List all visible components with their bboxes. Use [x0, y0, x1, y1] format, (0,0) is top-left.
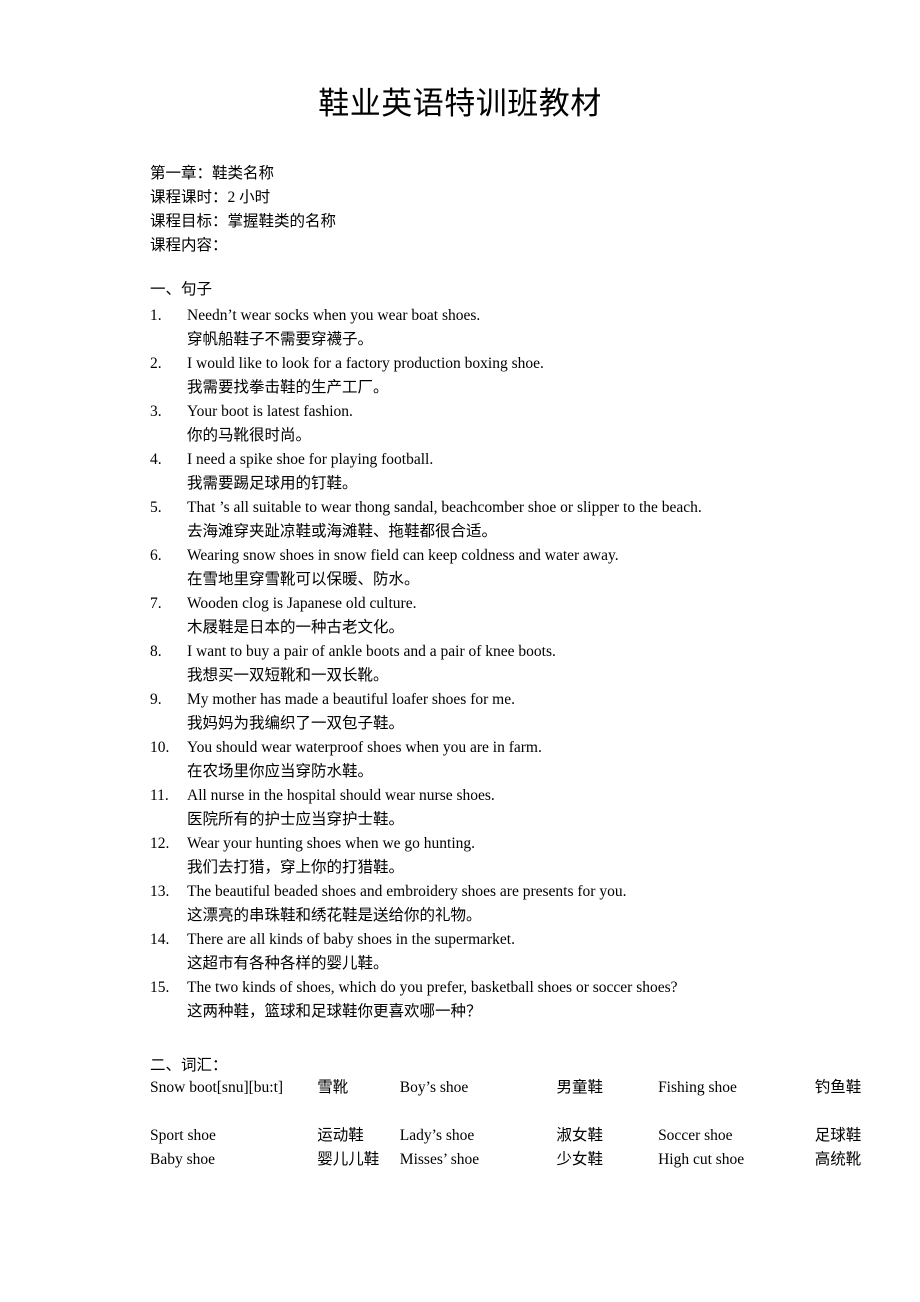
sentence-english: Your boot is latest fashion. — [187, 403, 353, 420]
sentence-item-15: 15. The two kinds of shoes, which do you… — [150, 976, 890, 1024]
sentence-item-10: 10. You should wear waterproof shoes whe… — [150, 736, 890, 784]
sentence-number: 8. — [150, 643, 162, 660]
sentence-chinese: 去海滩穿夹趾凉鞋或海滩鞋、拖鞋都很合适。 — [187, 523, 498, 540]
sentence-chinese: 这超市有各种各样的婴儿鞋。 — [187, 955, 389, 972]
sentence-number: 10. — [150, 739, 170, 756]
sentence-number: 9. — [150, 691, 162, 708]
sentence-chinese: 我妈妈为我编织了一双包子鞋。 — [187, 715, 405, 732]
vocab-english-2: Misses’ shoe — [399, 1151, 480, 1168]
sentence-item-1: 1. Needn’t wear socks when you wear boat… — [150, 304, 890, 352]
vocab-english-1: Sport shoe — [150, 1127, 216, 1144]
sentence-item-4: 4. I need a spike shoe for playing footb… — [150, 448, 890, 496]
sentence-item-7: 7. Wooden clog is Japanese old culture. … — [150, 592, 890, 640]
table-row: Snow boot[snu][bu:t] 雪靴 Boy’s shoe 男童鞋 F… — [150, 1076, 910, 1124]
sentence-number: 2. — [150, 355, 162, 372]
sentence-number: 15. — [150, 979, 170, 996]
sentence-chinese: 我需要找拳击鞋的生产工厂。 — [187, 379, 389, 396]
vocab-chinese-1: 运动鞋 — [317, 1127, 364, 1144]
vocabulary-table: Snow boot[snu][bu:t] 雪靴 Boy’s shoe 男童鞋 F… — [150, 1076, 910, 1172]
sentence-item-6: 6. Wearing snow shoes in snow field can … — [150, 544, 890, 592]
vocab-english-2: Boy’s shoe — [399, 1079, 469, 1096]
course-header-line-content: 课程内容： — [150, 237, 228, 254]
vocab-chinese-2: 少女鞋 — [556, 1151, 603, 1168]
course-header-block: 第一章：鞋类名称 课程课时：2 小时 课程目标：掌握鞋类的名称 课程内容： — [150, 162, 750, 258]
section-heading-vocabulary: 二、词汇： — [150, 1057, 228, 1074]
vocab-english-3: Soccer shoe — [658, 1127, 733, 1144]
vocab-english-1: Snow boot[snu][bu:t] — [150, 1079, 284, 1096]
sentence-english: There are all kinds of baby shoes in the… — [187, 931, 515, 948]
sentence-number: 14. — [150, 931, 170, 948]
course-header-line-chapter: 第一章：鞋类名称 — [150, 165, 275, 182]
sentence-number: 3. — [150, 403, 162, 420]
sentence-chinese: 医院所有的护士应当穿护士鞋。 — [187, 811, 405, 828]
table-row: Sport shoe 运动鞋 Lady’s shoe 淑女鞋 Soccer sh… — [150, 1124, 910, 1148]
sentence-english: All nurse in the hospital should wear nu… — [187, 787, 495, 804]
sentence-chinese: 穿帆船鞋子不需要穿襪子。 — [187, 331, 374, 348]
sentence-english: Wearing snow shoes in snow field can kee… — [187, 547, 619, 564]
sentence-number: 6. — [150, 547, 162, 564]
vocab-english-3: High cut shoe — [658, 1151, 745, 1168]
sentence-english: Needn’t wear socks when you wear boat sh… — [187, 307, 481, 324]
sentence-english: I need a spike shoe for playing football… — [187, 451, 434, 468]
sentence-number: 1. — [150, 307, 162, 324]
sentence-chinese: 这两种鞋，篮球和足球鞋你更喜欢哪一种？ — [187, 1003, 482, 1020]
sentence-item-9: 9. My mother has made a beautiful loafer… — [150, 688, 890, 736]
vocab-chinese-1: 婴儿儿鞋 — [317, 1151, 380, 1168]
sentence-chinese: 这漂亮的串珠鞋和绣花鞋是送给你的礼物。 — [187, 907, 482, 924]
vocab-english-2: Lady’s shoe — [399, 1127, 475, 1144]
sentence-chinese: 你的马靴很时尚。 — [187, 427, 312, 444]
sentence-number: 13. — [150, 883, 170, 900]
sentence-item-2: 2. I would like to look for a factory pr… — [150, 352, 890, 400]
sentence-item-5: 5. That ’s all suitable to wear thong sa… — [150, 496, 890, 544]
table-row: Baby shoe 婴儿儿鞋 Misses’ shoe 少女鞋 High cut… — [150, 1148, 910, 1172]
sentence-item-11: 11. All nurse in the hospital should wea… — [150, 784, 890, 832]
vocab-chinese-3: 高统靴 — [814, 1151, 862, 1168]
vocab-chinese-1: 雪靴 — [317, 1079, 349, 1096]
sentence-chinese: 在雪地里穿雪靴可以保暖、防水。 — [187, 571, 420, 588]
sentence-number: 12. — [150, 835, 170, 852]
vocab-chinese-2: 男童鞋 — [556, 1079, 603, 1096]
document-page: 鞋业英语特训班教材 第一章：鞋类名称 课程课时：2 小时 课程目标：掌握鞋类的名… — [0, 0, 920, 1302]
sentence-chinese: 我想买一双短靴和一双长靴。 — [187, 667, 389, 684]
sentence-english: You should wear waterproof shoes when yo… — [187, 739, 542, 756]
section-heading-sentences: 一、句子 — [150, 281, 213, 298]
course-header-line-hours: 课程课时：2 小时 — [150, 189, 271, 206]
sentence-english: The beautiful beaded shoes and embroider… — [187, 883, 627, 900]
sentence-english: Wooden clog is Japanese old culture. — [187, 595, 417, 612]
sentence-item-13: 13. The beautiful beaded shoes and embro… — [150, 880, 890, 928]
sentence-chinese: 我们去打猎，穿上你的打猎鞋。 — [187, 859, 405, 876]
vocab-chinese-3: 钓鱼鞋 — [814, 1079, 862, 1096]
sentence-list: 1. Needn’t wear socks when you wear boat… — [150, 304, 890, 1024]
sentence-item-14: 14. There are all kinds of baby shoes in… — [150, 928, 890, 976]
vocab-english-1: Baby shoe — [150, 1151, 216, 1168]
sentence-number: 11. — [150, 787, 169, 804]
page-title: 鞋业英语特训班教材 — [318, 86, 602, 121]
sentence-item-12: 12. Wear your hunting shoes when we go h… — [150, 832, 890, 880]
sentence-number: 5. — [150, 499, 162, 516]
sentence-english: My mother has made a beautiful loafer sh… — [187, 691, 515, 708]
vocab-chinese-2: 淑女鞋 — [556, 1127, 603, 1144]
sentence-english: The two kinds of shoes, which do you pre… — [187, 979, 678, 996]
sentence-item-3: 3. Your boot is latest fashion. 你的马靴很时尚。 — [150, 400, 890, 448]
sentence-english: Wear your hunting shoes when we go hunti… — [187, 835, 476, 852]
sentence-english: I would like to look for a factory produ… — [187, 355, 544, 372]
sentence-chinese: 木屐鞋是日本的一种古老文化。 — [187, 619, 405, 636]
vocab-chinese-3: 足球鞋 — [814, 1127, 862, 1144]
sentence-item-8: 8. I want to buy a pair of ankle boots a… — [150, 640, 890, 688]
sentence-number: 7. — [150, 595, 162, 612]
sentence-english: That ’s all suitable to wear thong sanda… — [187, 499, 702, 516]
course-header-line-goal: 课程目标：掌握鞋类的名称 — [150, 213, 337, 230]
vocab-english-3: Fishing shoe — [658, 1079, 737, 1096]
sentence-english: I want to buy a pair of ankle boots and … — [187, 643, 556, 660]
sentence-chinese: 在农场里你应当穿防水鞋。 — [187, 763, 374, 780]
sentence-number: 4. — [150, 451, 162, 468]
sentence-chinese: 我需要踢足球用的钉鞋。 — [187, 475, 358, 492]
